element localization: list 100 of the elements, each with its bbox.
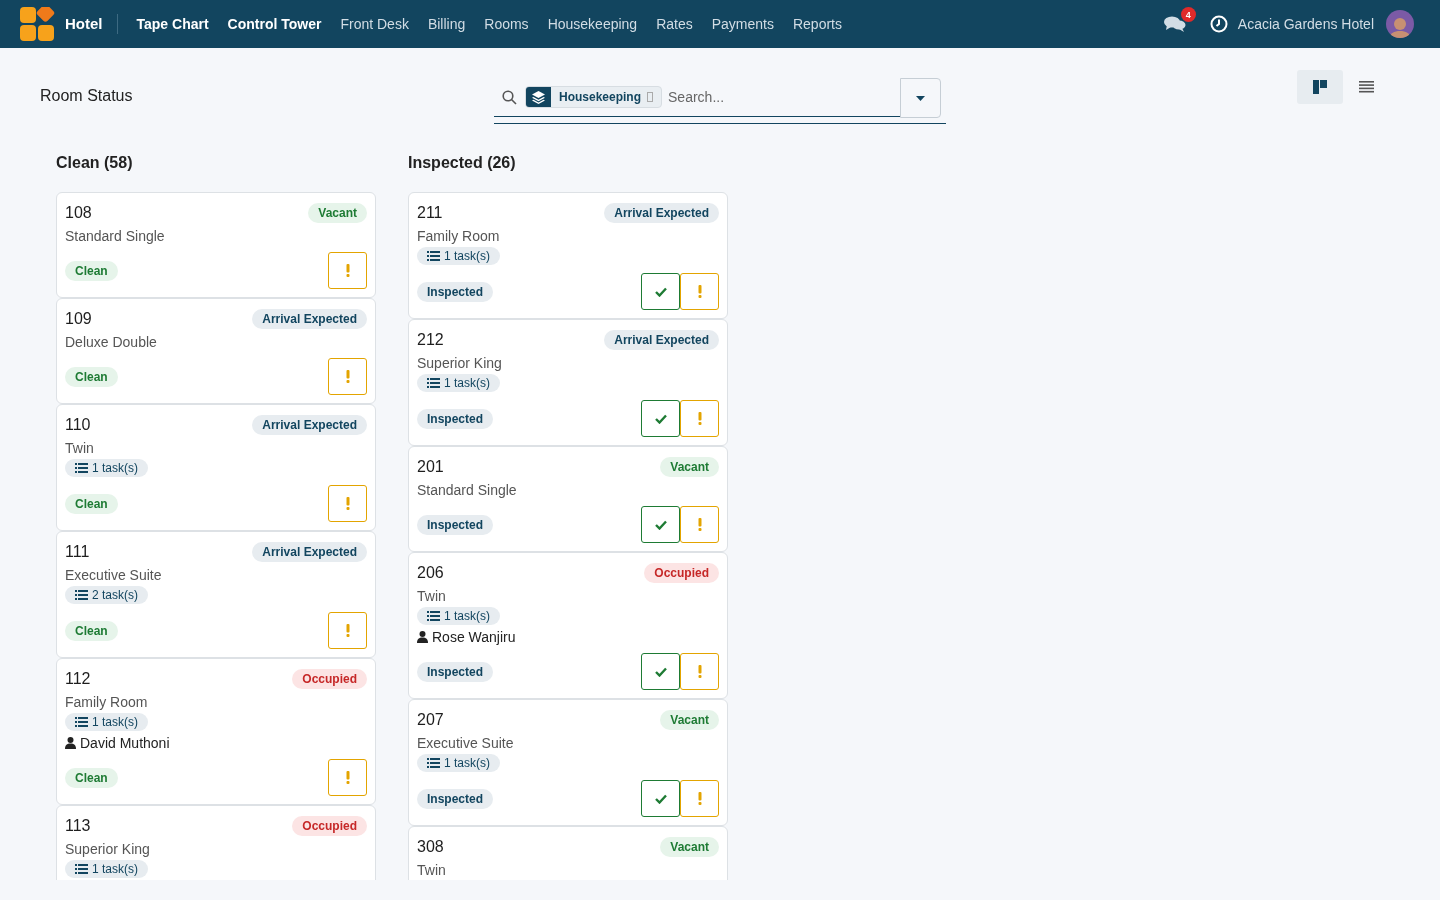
- room-number: 109: [65, 310, 92, 328]
- room-type: Standard Single: [417, 482, 518, 498]
- task-count[interactable]: 1 task(s): [417, 754, 500, 772]
- occupancy-badge: Occupied: [292, 669, 367, 689]
- nav-link[interactable]: Front Desk: [340, 16, 409, 32]
- chat-icon[interactable]: [1163, 15, 1186, 33]
- task-count[interactable]: 1 task(s): [417, 607, 500, 625]
- nav-link[interactable]: Rooms: [484, 16, 529, 32]
- flag-button[interactable]: [328, 358, 367, 395]
- exclamation-icon: [697, 792, 702, 805]
- room-card[interactable]: 108 Vacant Standard Single Clean: [56, 192, 376, 298]
- page-title: Room Status: [40, 87, 134, 105]
- room-card[interactable]: 113 Occupied Superior King 1 task(s): [56, 805, 376, 880]
- person-icon: [65, 737, 76, 749]
- nav-link[interactable]: Control Tower: [227, 16, 322, 32]
- occupancy-badge: Occupied: [292, 816, 367, 836]
- occupancy-badge: Vacant: [308, 203, 367, 223]
- exclamation-icon: [345, 624, 350, 637]
- exclamation-icon: [697, 412, 702, 425]
- nav-link[interactable]: Housekeeping: [547, 16, 638, 32]
- task-count[interactable]: 1 task(s): [65, 713, 148, 731]
- flag-button[interactable]: [328, 485, 367, 522]
- inspect-button[interactable]: [641, 506, 680, 543]
- occupancy-badge: Vacant: [660, 837, 719, 857]
- exclamation-icon: [345, 264, 350, 277]
- search-field[interactable]: Housekeeping Search...: [494, 78, 900, 117]
- room-card[interactable]: 110 Arrival Expected Twin 1 task(s) Clean: [56, 404, 376, 531]
- check-icon: [654, 519, 667, 530]
- room-card[interactable]: 308 Vacant Twin: [408, 826, 728, 880]
- nav-link[interactable]: Reports: [792, 16, 842, 32]
- list-icon: [75, 864, 88, 874]
- room-type: Superior King: [417, 355, 503, 371]
- nav-link[interactable]: Rates: [656, 16, 693, 32]
- room-number: 111: [65, 543, 90, 561]
- status-badge: Inspected: [417, 661, 493, 682]
- room-card[interactable]: 206 Occupied Twin 1 task(s) Rose Wanjiru Inspected: [408, 552, 728, 699]
- brand-name[interactable]: Hotel: [65, 14, 118, 34]
- status-badge: Clean: [65, 493, 118, 514]
- flag-button[interactable]: [328, 612, 367, 649]
- nav-link[interactable]: Payments: [711, 16, 774, 32]
- inspect-button[interactable]: [641, 273, 680, 310]
- nav-link[interactable]: Tape Chart: [136, 16, 209, 32]
- user-avatar[interactable]: [1386, 10, 1414, 38]
- column-title: Clean (58): [56, 154, 134, 172]
- board-icon: [1313, 80, 1327, 94]
- inspect-button[interactable]: [641, 400, 680, 437]
- inspect-button[interactable]: [641, 780, 680, 817]
- flag-button[interactable]: [680, 400, 719, 437]
- list-icon: [427, 251, 440, 261]
- occupancy-badge: Occupied: [644, 563, 719, 583]
- room-number: 113: [65, 817, 91, 835]
- exclamation-icon: [697, 518, 702, 531]
- room-type: Family Room: [65, 694, 149, 710]
- flag-button[interactable]: [328, 759, 367, 796]
- check-icon: [654, 793, 667, 804]
- room-card[interactable]: 109 Arrival Expected Deluxe Double Clean: [56, 298, 376, 404]
- status-badge: Inspected: [417, 408, 493, 429]
- filter-chip[interactable]: Housekeeping: [525, 86, 663, 108]
- flag-button[interactable]: [680, 653, 719, 690]
- task-count[interactable]: 1 task(s): [65, 459, 148, 477]
- room-card[interactable]: 211 Arrival Expected Family Room 1 task(s) Inspected: [408, 192, 728, 319]
- room-card[interactable]: 111 Arrival Expected Executive Suite 2 task(s) Clean: [56, 531, 376, 658]
- room-number: 201: [417, 458, 444, 476]
- clock-icon[interactable]: [1209, 15, 1228, 33]
- property-name[interactable]: Acacia Gardens Hotel: [1237, 16, 1374, 32]
- room-number: 308: [417, 838, 444, 856]
- task-count[interactable]: 2 task(s): [65, 586, 148, 604]
- room-card[interactable]: 201 Vacant Standard Single Inspected: [408, 446, 728, 552]
- dropdown-button[interactable]: [900, 78, 941, 118]
- list-icon: [427, 378, 440, 388]
- flag-button[interactable]: [680, 273, 719, 310]
- room-number: 206: [417, 564, 444, 582]
- status-badge: Inspected: [417, 281, 493, 302]
- room-number: 110: [65, 416, 91, 434]
- inspect-button[interactable]: [641, 653, 680, 690]
- occupancy-badge: Arrival Expected: [252, 415, 367, 435]
- room-type: Deluxe Double: [65, 334, 158, 350]
- flag-button[interactable]: [680, 780, 719, 817]
- room-type: Twin: [417, 862, 447, 878]
- flag-button[interactable]: [680, 506, 719, 543]
- task-count[interactable]: 1 task(s): [417, 374, 500, 392]
- room-card[interactable]: 112 Occupied Family Room 1 task(s) David Muthoni Clean: [56, 658, 376, 805]
- occupancy-badge: Arrival Expected: [604, 330, 719, 350]
- flag-button[interactable]: [328, 252, 367, 289]
- task-count[interactable]: 1 task(s): [417, 247, 500, 265]
- room-type: Standard Single: [65, 228, 166, 244]
- room-type: Superior King: [65, 841, 151, 857]
- occupancy-badge: Arrival Expected: [252, 309, 367, 329]
- person-icon: [417, 631, 428, 643]
- remove-icon[interactable]: [647, 92, 654, 102]
- task-count[interactable]: 1 task(s): [65, 860, 148, 878]
- search-icon: [502, 89, 517, 105]
- status-badge: Inspected: [417, 788, 493, 809]
- board-view-button[interactable]: [1297, 70, 1343, 104]
- room-type: Twin: [417, 588, 447, 604]
- nav-link[interactable]: Billing: [427, 16, 466, 32]
- room-card[interactable]: 207 Vacant Executive Suite 1 task(s) Inspected: [408, 699, 728, 826]
- room-card[interactable]: 212 Arrival Expected Superior King 1 task(s) Inspected: [408, 319, 728, 446]
- logo-icon: [20, 7, 55, 41]
- room-number: 211: [417, 204, 443, 222]
